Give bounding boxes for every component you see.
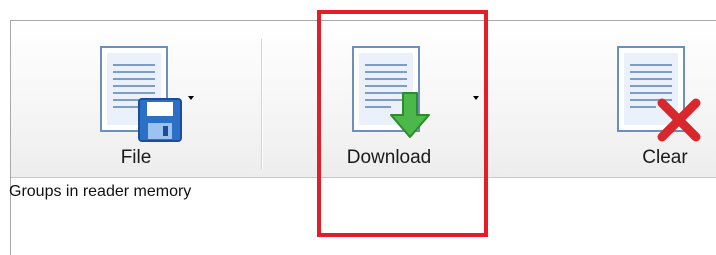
groups-in-reader-memory-label: Groups in reader memory: [9, 183, 192, 200]
clear-button[interactable]: Clear: [591, 21, 711, 178]
document-download-icon: [352, 46, 430, 138]
file-button-label: File: [120, 147, 152, 168]
file-dropdown-arrow-icon[interactable]: [188, 96, 194, 100]
document-clear-icon: [617, 46, 701, 142]
ribbon-separator: [261, 39, 262, 169]
download-button-label: Download: [346, 147, 432, 168]
clear-button-label: Clear: [642, 147, 688, 168]
download-button[interactable]: Download: [326, 21, 479, 178]
document-save-icon: [100, 46, 182, 142]
download-dropdown-arrow-icon[interactable]: [473, 96, 479, 100]
app-window: File Download Clear: [10, 20, 716, 255]
file-button[interactable]: File: [61, 21, 211, 178]
ribbon-toolbar: File Download Clear: [11, 21, 716, 178]
